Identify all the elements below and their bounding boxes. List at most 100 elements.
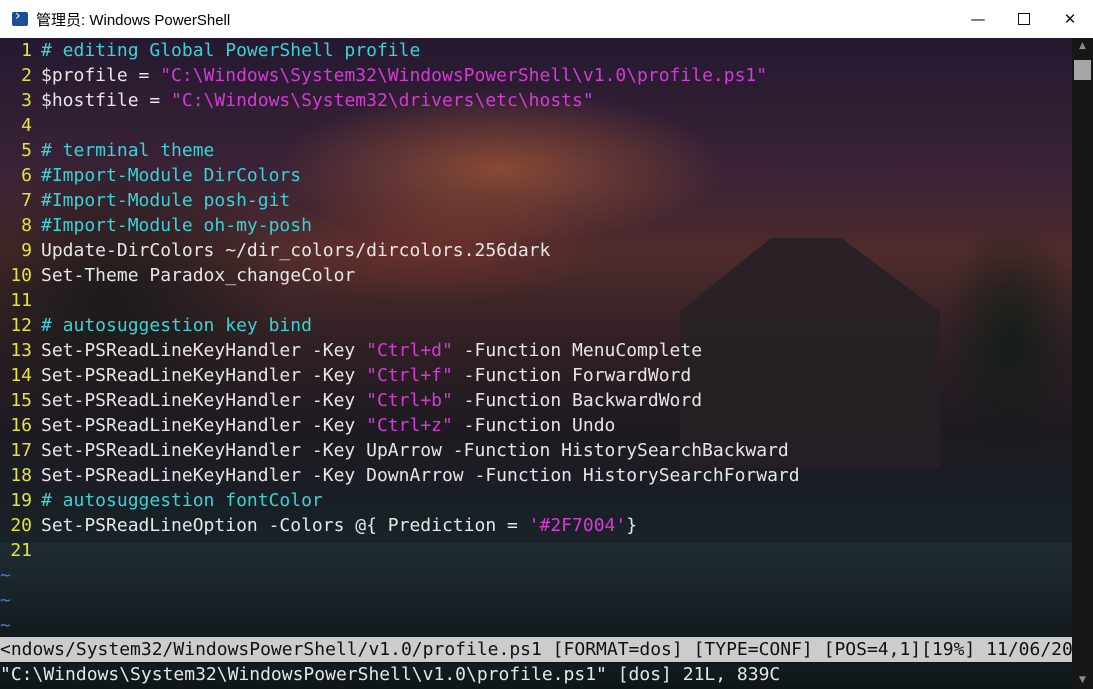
code-text: Set-PSReadLineKeyHandler -Key "Ctrl+d" -… bbox=[41, 340, 702, 361]
minimize-icon: — bbox=[970, 10, 986, 28]
code-line[interactable]: 20 Set-PSReadLineOption -Colors @{ Predic… bbox=[0, 513, 1072, 538]
line-number: 10 bbox=[10, 265, 32, 286]
code-line[interactable]: 10 Set-Theme Paradox_changeColor bbox=[0, 263, 1072, 288]
string-token: "Ctrl+d" bbox=[366, 340, 453, 361]
code-line[interactable]: 18 Set-PSReadLineKeyHandler -Key DownArro… bbox=[0, 463, 1072, 488]
line-number: 4 bbox=[21, 115, 32, 136]
code-text: $hostfile = "C:\Windows\System32\drivers… bbox=[41, 90, 594, 111]
code-line[interactable]: 19 # autosuggestion fontColor bbox=[0, 488, 1072, 513]
code-token: -Function ForwardWord bbox=[452, 365, 692, 386]
code-token: $hostfile = bbox=[41, 90, 172, 111]
code-text: #Import-Module oh-my-posh bbox=[41, 215, 312, 236]
line-number: 11 bbox=[10, 290, 32, 311]
maximize-button[interactable] bbox=[1001, 0, 1047, 38]
vim-editor-buffer[interactable]: 1 # editing Global PowerShell profile 2 $pr… bbox=[0, 38, 1072, 638]
line-number: 9 bbox=[21, 240, 32, 261]
close-icon: ✕ bbox=[1063, 10, 1077, 28]
code-line[interactable]: 13 Set-PSReadLineKeyHandler -Key "Ctrl+d"… bbox=[0, 338, 1072, 363]
line-number: 16 bbox=[10, 415, 32, 436]
code-text: Set-Theme Paradox_changeColor bbox=[41, 265, 355, 286]
code-line[interactable]: 3 $hostfile = "C:\Windows\System32\driver… bbox=[0, 88, 1072, 113]
code-line[interactable]: 11 bbox=[0, 288, 1072, 313]
comment-token: # terminal theme bbox=[41, 140, 215, 161]
code-text: $profile = "C:\Windows\System32\WindowsP… bbox=[41, 65, 767, 86]
window-title: 管理员: Windows PowerShell bbox=[36, 11, 231, 29]
code-text: # autosuggestion key bind bbox=[41, 315, 312, 336]
string-token: "Ctrl+b" bbox=[366, 390, 453, 411]
string-token: "Ctrl+f" bbox=[366, 365, 453, 386]
code-token: Set-PSReadLineKeyHandler -Key bbox=[41, 415, 367, 436]
code-line[interactable]: 14 Set-PSReadLineKeyHandler -Key "Ctrl+f"… bbox=[0, 363, 1072, 388]
code-line[interactable]: 6 #Import-Module DirColors bbox=[0, 163, 1072, 188]
code-token: $profile = bbox=[41, 65, 161, 86]
code-text: # terminal theme bbox=[41, 140, 214, 161]
comment-token: #Import-Module oh-my-posh bbox=[41, 215, 312, 236]
code-token: -Function BackwardWord bbox=[452, 390, 703, 411]
comment-token: # autosuggestion key bind bbox=[41, 315, 312, 336]
line-number: 12 bbox=[10, 315, 32, 336]
vertical-scrollbar[interactable]: ▲ ▼ bbox=[1072, 38, 1093, 689]
empty-line-marker: ~ bbox=[0, 565, 11, 586]
line-number: 2 bbox=[21, 65, 32, 86]
vim-command-line[interactable]: "C:\Windows\System32\WindowsPowerShell\v… bbox=[0, 662, 1072, 689]
vim-status-bar: <ndows/System32/WindowsPowerShell/v1.0/p… bbox=[0, 637, 1072, 662]
code-line[interactable]: 15 Set-PSReadLineKeyHandler -Key "Ctrl+b"… bbox=[0, 388, 1072, 413]
code-line[interactable]: 12 # autosuggestion key bind bbox=[0, 313, 1072, 338]
code-line[interactable]: 4 bbox=[0, 113, 1072, 138]
line-number: 17 bbox=[10, 440, 32, 461]
code-token: } bbox=[626, 515, 638, 536]
empty-line-marker: ~ bbox=[0, 590, 11, 611]
comment-token: # autosuggestion fontColor bbox=[41, 490, 323, 511]
code-line[interactable]: 8 #Import-Module oh-my-posh bbox=[0, 213, 1072, 238]
comment-token: # editing Global PowerShell profile bbox=[41, 40, 421, 61]
code-text: Set-PSReadLineKeyHandler -Key UpArrow -F… bbox=[41, 440, 789, 461]
line-number: 20 bbox=[10, 515, 32, 536]
comment-token: #Import-Module DirColors bbox=[41, 165, 302, 186]
code-text: Update-DirColors ~/dir_colors/dircolors.… bbox=[41, 240, 550, 261]
code-token: Set-PSReadLineOption -Colors @{ Predicti… bbox=[41, 515, 529, 536]
code-text: Set-PSReadLineKeyHandler -Key "Ctrl+z" -… bbox=[41, 415, 615, 436]
code-token: Set-PSReadLineKeyHandler -Key bbox=[41, 365, 367, 386]
comment-token: #Import-Module posh-git bbox=[41, 190, 291, 211]
terminal-content[interactable]: 1 # editing Global PowerShell profile 2 $pr… bbox=[0, 38, 1093, 689]
line-number: 15 bbox=[10, 390, 32, 411]
code-line[interactable]: 1 # editing Global PowerShell profile bbox=[0, 38, 1072, 63]
scroll-down-icon[interactable]: ▼ bbox=[1072, 672, 1093, 689]
title-bar[interactable]: 管理员: Windows PowerShell — ✕ bbox=[0, 0, 1093, 38]
line-number: 19 bbox=[10, 490, 32, 511]
line-number: 5 bbox=[21, 140, 32, 161]
code-text: # autosuggestion fontColor bbox=[41, 490, 323, 511]
code-text: # editing Global PowerShell profile bbox=[41, 40, 420, 61]
code-text: Set-PSReadLineKeyHandler -Key "Ctrl+b" -… bbox=[41, 390, 702, 411]
code-token: Update-DirColors ~/dir_colors/dircolors.… bbox=[41, 240, 551, 261]
scrollbar-thumb[interactable] bbox=[1074, 60, 1091, 80]
code-line[interactable]: 17 Set-PSReadLineKeyHandler -Key UpArrow … bbox=[0, 438, 1072, 463]
string-token: '#2F7004' bbox=[528, 515, 627, 536]
code-line[interactable]: 9 Update-DirColors ~/dir_colors/dircolors… bbox=[0, 238, 1072, 263]
code-line[interactable]: 16 Set-PSReadLineKeyHandler -Key "Ctrl+z"… bbox=[0, 413, 1072, 438]
scroll-up-icon[interactable]: ▲ bbox=[1072, 38, 1093, 55]
line-number: 3 bbox=[21, 90, 32, 111]
string-token: "C:\Windows\System32\drivers\etc\hosts" bbox=[171, 90, 594, 111]
code-text: Set-PSReadLineKeyHandler -Key "Ctrl+f" -… bbox=[41, 365, 691, 386]
line-number: 14 bbox=[10, 365, 32, 386]
close-button[interactable]: ✕ bbox=[1047, 0, 1093, 38]
code-text: #Import-Module DirColors bbox=[41, 165, 301, 186]
powershell-window: 管理员: Windows PowerShell — ✕ 1 # editing G… bbox=[0, 0, 1093, 689]
string-token: "C:\Windows\System32\WindowsPowerShell\v… bbox=[160, 65, 768, 86]
empty-line-marker: ~ bbox=[0, 615, 11, 636]
code-line[interactable]: 5 # terminal theme bbox=[0, 138, 1072, 163]
line-number: 1 bbox=[21, 40, 32, 61]
code-token: Set-Theme Paradox_changeColor bbox=[41, 265, 356, 286]
code-line[interactable]: 2 $profile = "C:\Windows\System32\Windows… bbox=[0, 63, 1072, 88]
code-token: Set-PSReadLineKeyHandler -Key bbox=[41, 390, 367, 411]
minimize-button[interactable]: — bbox=[955, 0, 1001, 38]
code-line[interactable]: 7 #Import-Module posh-git bbox=[0, 188, 1072, 213]
powershell-icon bbox=[12, 8, 28, 26]
code-text: Set-PSReadLineKeyHandler -Key DownArrow … bbox=[41, 465, 800, 486]
code-token: -Function Undo bbox=[452, 415, 616, 436]
code-line[interactable]: 21 bbox=[0, 538, 1072, 563]
code-token: Set-PSReadLineKeyHandler -Key bbox=[41, 340, 367, 361]
code-text: Set-PSReadLineOption -Colors @{ Predicti… bbox=[41, 515, 637, 536]
maximize-icon bbox=[1018, 13, 1030, 25]
